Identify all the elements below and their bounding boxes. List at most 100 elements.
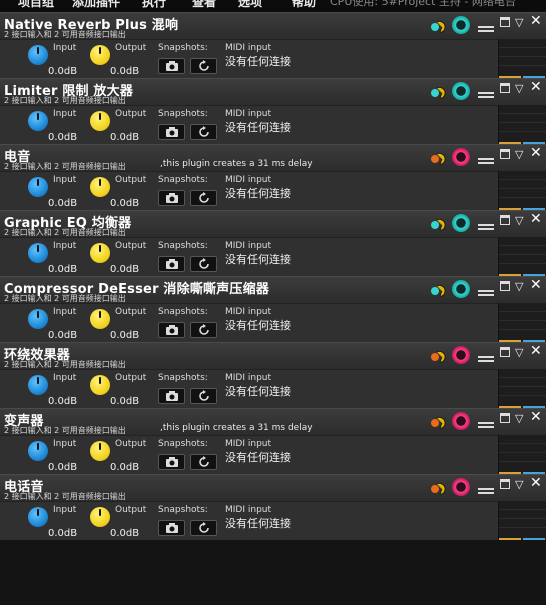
output-gain-knob[interactable]: [90, 507, 110, 527]
snapshot-camera-button[interactable]: [158, 256, 185, 272]
snapshot-camera-button[interactable]: [158, 520, 185, 536]
window-icon[interactable]: [500, 347, 510, 357]
output-gain-knob[interactable]: [90, 45, 110, 65]
menu-icon[interactable]: [478, 415, 494, 428]
output-value: 0.0dB: [110, 396, 140, 407]
snapshot-reset-button[interactable]: [190, 58, 217, 74]
menu-item-options[interactable]: 选项: [238, 0, 262, 10]
close-icon[interactable]: ✕: [530, 211, 542, 227]
snapshot-reset-button[interactable]: [190, 124, 217, 140]
midi-input-value: 没有任何连接: [225, 121, 291, 134]
input-gain-knob[interactable]: [28, 375, 48, 395]
close-icon[interactable]: ✕: [530, 277, 542, 293]
swap-icon[interactable]: [430, 346, 448, 364]
output-label: Output: [115, 43, 147, 53]
power-toggle-icon[interactable]: [452, 280, 470, 298]
swap-icon[interactable]: [430, 82, 448, 100]
menu-item-help[interactable]: 帮助: [292, 0, 316, 10]
snapshot-camera-button[interactable]: [158, 454, 185, 470]
level-meter: [498, 171, 546, 210]
menu-item-project-group[interactable]: 项目组: [18, 0, 54, 10]
power-toggle-icon[interactable]: [452, 214, 470, 232]
window-icon[interactable]: [500, 479, 510, 489]
output-gain-knob[interactable]: [90, 111, 110, 131]
menu-icon[interactable]: [478, 481, 494, 494]
output-gain-knob[interactable]: [90, 243, 110, 263]
window-icon[interactable]: [500, 83, 510, 93]
input-gain-knob[interactable]: [28, 441, 48, 461]
input-gain-knob[interactable]: [28, 309, 48, 329]
close-icon[interactable]: ✕: [530, 79, 542, 95]
close-icon[interactable]: ✕: [530, 343, 542, 359]
snapshot-reset-button[interactable]: [190, 520, 217, 536]
output-gain-knob[interactable]: [90, 375, 110, 395]
output-value: 0.0dB: [110, 198, 140, 209]
menu-item-add-plugin[interactable]: 添加插件: [72, 0, 120, 10]
menu-icon[interactable]: [478, 19, 494, 32]
power-toggle-icon[interactable]: [452, 412, 470, 430]
input-value: 0.0dB: [48, 66, 78, 77]
menu-icon[interactable]: [478, 151, 494, 164]
swap-icon[interactable]: [430, 478, 448, 496]
collapse-icon[interactable]: ▽: [515, 478, 523, 491]
power-toggle-icon[interactable]: [452, 346, 470, 364]
menu-icon[interactable]: [478, 85, 494, 98]
snapshot-camera-button[interactable]: [158, 190, 185, 206]
output-gain-knob[interactable]: [90, 177, 110, 197]
snapshot-camera-button[interactable]: [158, 388, 185, 404]
collapse-icon[interactable]: ▽: [515, 412, 523, 425]
plugin-body: Input 0.0dB Output 0.0dB Snapshots: MIDI…: [0, 369, 498, 408]
output-gain-knob[interactable]: [90, 309, 110, 329]
close-icon[interactable]: ✕: [530, 13, 542, 29]
window-icon[interactable]: [500, 17, 510, 27]
window-icon[interactable]: [500, 281, 510, 291]
menu-item-view[interactable]: 查看: [192, 0, 216, 10]
menu-icon[interactable]: [478, 283, 494, 296]
power-toggle-icon[interactable]: [452, 16, 470, 34]
plugin-header: Native Reverb Plus 混响 2 接口输入和 2 可用音频接口输出…: [0, 12, 546, 39]
input-gain-knob[interactable]: [28, 111, 48, 131]
output-gain-knob[interactable]: [90, 441, 110, 461]
power-toggle-icon[interactable]: [452, 82, 470, 100]
snapshot-reset-button[interactable]: [190, 190, 217, 206]
snapshot-camera-button[interactable]: [158, 322, 185, 338]
collapse-icon[interactable]: ▽: [515, 214, 523, 227]
snapshot-reset-button[interactable]: [190, 256, 217, 272]
midi-input-label: MIDI input: [225, 43, 272, 53]
input-gain-knob[interactable]: [28, 507, 48, 527]
collapse-icon[interactable]: ▽: [515, 346, 523, 359]
snapshot-reset-button[interactable]: [190, 388, 217, 404]
close-icon[interactable]: ✕: [530, 145, 542, 161]
snapshot-reset-button[interactable]: [190, 454, 217, 470]
swap-icon[interactable]: [430, 148, 448, 166]
input-gain-knob[interactable]: [28, 177, 48, 197]
swap-icon[interactable]: [430, 214, 448, 232]
power-toggle-icon[interactable]: [452, 478, 470, 496]
snapshot-camera-button[interactable]: [158, 58, 185, 74]
output-value: 0.0dB: [110, 132, 140, 143]
collapse-icon[interactable]: ▽: [515, 280, 523, 293]
collapse-icon[interactable]: ▽: [515, 82, 523, 95]
window-icon[interactable]: [500, 149, 510, 159]
menu-item-run[interactable]: 执行: [142, 0, 166, 10]
swap-icon[interactable]: [430, 16, 448, 34]
menu-icon[interactable]: [478, 349, 494, 362]
plugin-body: Input 0.0dB Output 0.0dB Snapshots: MIDI…: [0, 435, 498, 474]
input-label: Input: [53, 307, 77, 317]
refresh-icon: [199, 126, 209, 137]
swap-icon[interactable]: [430, 412, 448, 430]
output-label: Output: [115, 109, 147, 119]
swap-icon[interactable]: [430, 280, 448, 298]
input-gain-knob[interactable]: [28, 243, 48, 263]
power-toggle-icon[interactable]: [452, 148, 470, 166]
collapse-icon[interactable]: ▽: [515, 148, 523, 161]
snapshot-reset-button[interactable]: [190, 322, 217, 338]
close-icon[interactable]: ✕: [530, 409, 542, 425]
window-icon[interactable]: [500, 215, 510, 225]
collapse-icon[interactable]: ▽: [515, 16, 523, 29]
window-icon[interactable]: [500, 413, 510, 423]
input-gain-knob[interactable]: [28, 45, 48, 65]
snapshot-camera-button[interactable]: [158, 124, 185, 140]
menu-icon[interactable]: [478, 217, 494, 230]
close-icon[interactable]: ✕: [530, 475, 542, 491]
